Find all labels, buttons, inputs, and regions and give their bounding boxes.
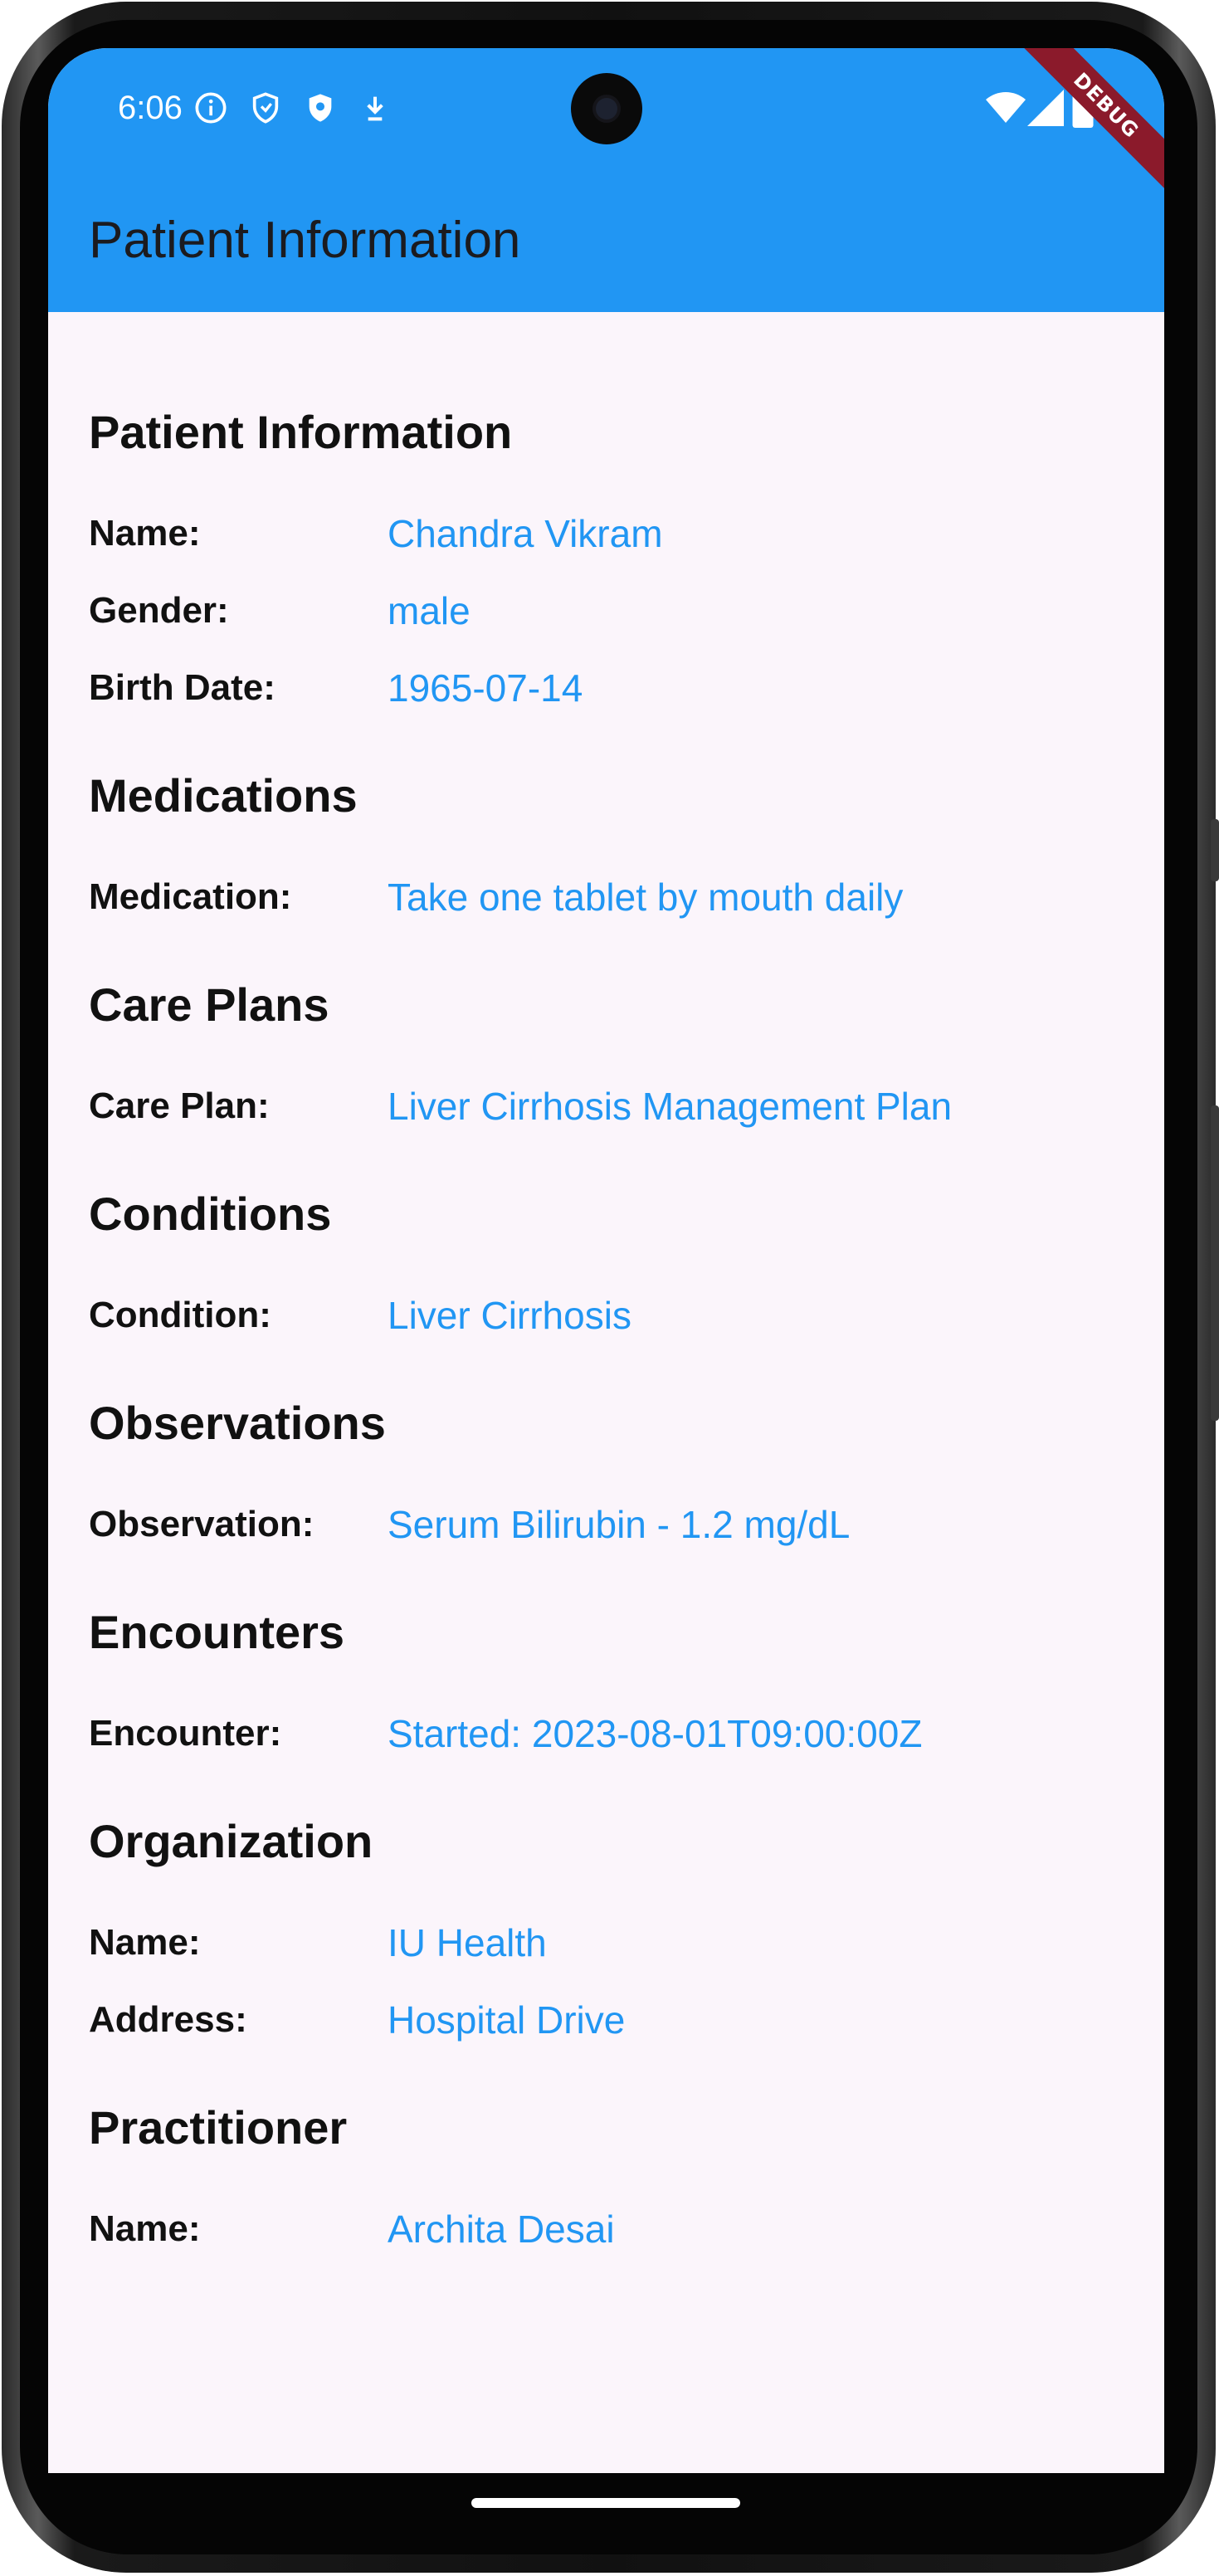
section-title-practitioner: Practitioner	[89, 2101, 348, 2154]
observation-value: Serum Bilirubin - 1.2 mg/dL	[388, 1503, 851, 1546]
patient-name-value: Chandra Vikram	[388, 512, 663, 555]
status-time: 6:06	[118, 90, 183, 126]
power-button	[1211, 1105, 1219, 1421]
care-plan-label: Care Plan:	[89, 1086, 270, 1126]
birth-date-value: 1965-07-14	[388, 666, 583, 710]
organization-address-value: Hospital Drive	[388, 1998, 626, 2042]
condition-value: Liver Cirrhosis	[388, 1294, 631, 1337]
section-title-encounters: Encounters	[89, 1606, 345, 1658]
app-bar: 6:06 DEBUG Patient Information	[48, 48, 1164, 312]
page-title: Patient Information	[89, 212, 521, 269]
care-plan-value: Liver Cirrhosis Management Plan	[388, 1085, 953, 1128]
observation-label: Observation:	[89, 1504, 315, 1544]
organization-name-value: IU Health	[388, 1921, 547, 1964]
organization-address-label: Address:	[89, 1999, 247, 2040]
volume-button	[1211, 819, 1219, 881]
medication-label: Medication:	[89, 876, 292, 917]
section-title-organization: Organization	[89, 1815, 373, 1867]
status-bar: 6:06	[48, 48, 1164, 173]
shield-outline-icon	[252, 92, 279, 124]
organization-name-label: Name:	[89, 1922, 201, 1963]
download-icon	[367, 96, 383, 121]
section-title-patient: Patient Information	[89, 406, 513, 458]
practitioner-name-value: Archita Desai	[388, 2208, 615, 2251]
section-title-medications: Medications	[89, 769, 358, 822]
medication-value: Take one tablet by mouth daily	[388, 876, 904, 919]
encounter-label: Encounter:	[89, 1713, 282, 1754]
section-title-conditions: Conditions	[89, 1188, 332, 1240]
practitioner-name-label: Name:	[89, 2208, 201, 2249]
section-title-care-plans: Care Plans	[89, 978, 329, 1031]
gender-label: Gender:	[89, 590, 229, 631]
section-title-observations: Observations	[89, 1397, 386, 1449]
front-camera	[571, 73, 642, 144]
shield-filled-icon	[309, 94, 332, 122]
info-icon	[195, 92, 227, 124]
birth-date-label: Birth Date:	[89, 667, 275, 708]
wifi-icon	[986, 92, 1026, 123]
gender-value: male	[388, 589, 471, 632]
signal-icon	[1027, 90, 1064, 126]
condition-label: Condition:	[89, 1295, 271, 1335]
home-gesture-handle[interactable]	[471, 2498, 740, 2508]
screen: 6:06 DEBUG Patient Information Patient I…	[48, 48, 1164, 2473]
encounter-value: Started: 2023-08-01T09:00:00Z	[388, 1712, 923, 1755]
patient-name-label: Name:	[89, 513, 201, 554]
